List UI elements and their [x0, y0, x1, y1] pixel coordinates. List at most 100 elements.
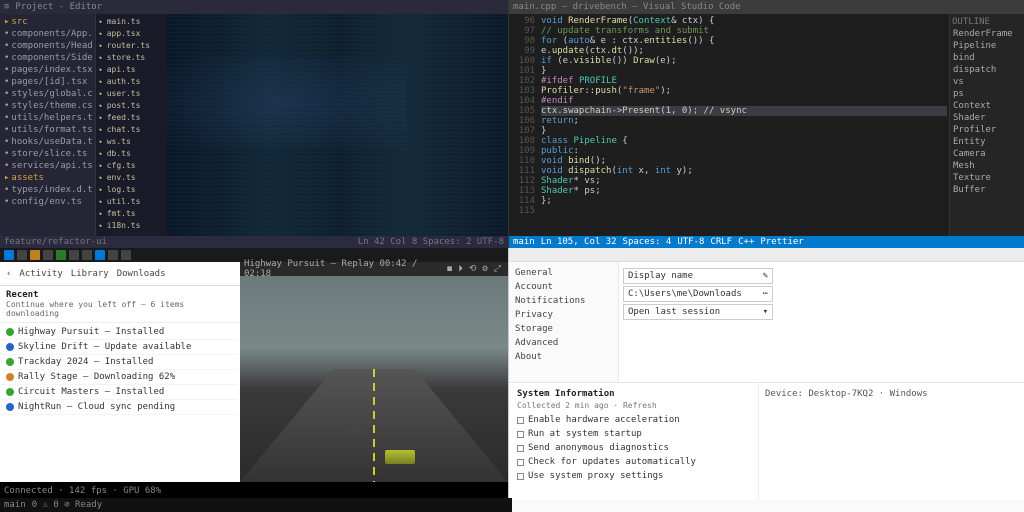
explorer-item[interactable]: •pages/[id].tsx	[2, 76, 93, 88]
explorer-item[interactable]: •pages/index.tsx	[2, 64, 93, 76]
settings-nav[interactable]: GeneralAccountNotificationsPrivacyStorag…	[509, 262, 619, 382]
checkbox-row[interactable]: Send anonymous diagnostics	[513, 441, 754, 455]
explorer-item[interactable]: •components/App.tsx	[2, 28, 93, 40]
launcher-tab[interactable]: Library	[71, 269, 109, 279]
task-icon[interactable]	[30, 250, 40, 260]
open-file-item[interactable]: ⬩ chat.ts	[98, 124, 165, 136]
explorer-item[interactable]: •components/Header.tsx	[2, 40, 93, 52]
status-item[interactable]: CRLF	[710, 237, 732, 247]
outline-item[interactable]: Pipeline	[952, 40, 1022, 52]
gameplay-viewport[interactable]	[240, 276, 508, 482]
task-icon[interactable]	[17, 250, 27, 260]
settings-nav-item[interactable]: General	[513, 266, 614, 280]
checkbox-icon[interactable]	[517, 417, 524, 424]
outline-item[interactable]: vs	[952, 76, 1022, 88]
explorer-item[interactable]: ▸assets	[2, 172, 93, 184]
explorer-item[interactable]: •utils/format.ts	[2, 124, 93, 136]
settings-nav-item[interactable]: Advanced	[513, 336, 614, 350]
browse-icon[interactable]: ⋯	[763, 289, 768, 299]
checkbox-row[interactable]: Run at system startup	[513, 427, 754, 441]
outline-item[interactable]: ps	[952, 88, 1022, 100]
explorer-item[interactable]: •components/Sidebar.tsx	[2, 52, 93, 64]
outline-item[interactable]: Camera	[952, 148, 1022, 160]
file-explorer[interactable]: ▸src•components/App.tsx•components/Heade…	[0, 14, 95, 236]
video-control-button[interactable]: ⤢	[491, 264, 504, 274]
game-list-item[interactable]: Rally Stage — Downloading 62%	[2, 370, 238, 385]
task-icon[interactable]	[43, 250, 53, 260]
open-file-item[interactable]: ⬩ ws.ts	[98, 136, 165, 148]
ide1-statusbar[interactable]: feature/refactor-ui Ln 42 Col 8 Spaces: …	[0, 236, 508, 248]
download-location-field[interactable]: C:\Users\me\Downloads ⋯	[623, 286, 773, 302]
open-file-item[interactable]: ⬩ env.ts	[98, 172, 165, 184]
checkbox-row[interactable]: Check for updates automatically	[513, 455, 754, 469]
status-item[interactable]: UTF-8	[677, 237, 704, 247]
code-editor[interactable]: void RenderFrame(Context& ctx) { // upda…	[539, 14, 949, 236]
explorer-item[interactable]: •services/api.ts	[2, 160, 93, 172]
status-item[interactable]: main	[513, 237, 535, 247]
window-chrome[interactable]	[509, 248, 1024, 262]
checkbox-icon[interactable]	[517, 459, 524, 466]
startup-select[interactable]: Open last session ▾	[623, 304, 773, 320]
settings-nav-item[interactable]: Storage	[513, 322, 614, 336]
outline-item[interactable]: bind	[952, 52, 1022, 64]
game-list-item[interactable]: NightRun — Cloud sync pending	[2, 400, 238, 415]
launcher-tab[interactable]: ‹	[6, 269, 11, 279]
open-file-item[interactable]: ⬩ main.ts	[98, 16, 165, 28]
video-toolbar[interactable]: Highway Pursuit — Replay 00:42 / 02:18 ◼…	[240, 262, 508, 276]
task-icon[interactable]	[121, 250, 131, 260]
status-item[interactable]: C++	[738, 237, 754, 247]
explorer-item[interactable]: •config/env.ts	[2, 196, 93, 208]
outline-item[interactable]: Entity	[952, 136, 1022, 148]
launcher-tabs[interactable]: ‹ActivityLibraryDownloads	[0, 262, 240, 286]
outline-item[interactable]: dispatch	[952, 64, 1022, 76]
ide2-titlebar[interactable]: main.cpp — drivebench — Visual Studio Co…	[509, 0, 1024, 14]
task-icon[interactable]	[56, 250, 66, 260]
explorer-item[interactable]: •types/index.d.ts	[2, 184, 93, 196]
start-icon[interactable]	[4, 250, 14, 260]
open-file-item[interactable]: ⬩ i18n.ts	[98, 220, 165, 232]
game-list-item[interactable]: Trackday 2024 — Installed	[2, 355, 238, 370]
ide1-titlebar[interactable]: ≡ Project - Editor	[0, 0, 508, 14]
open-file-item[interactable]: ⬩ db.ts	[98, 148, 165, 160]
checkbox-icon[interactable]	[517, 473, 524, 480]
explorer-item[interactable]: •styles/global.css	[2, 88, 93, 100]
open-file-item[interactable]: ⬩ store.ts	[98, 52, 165, 64]
game-list-item[interactable]: Skyline Drift — Update available	[2, 340, 238, 355]
task-icon[interactable]	[95, 250, 105, 260]
settings-nav-item[interactable]: Privacy	[513, 308, 614, 322]
open-file-item[interactable]: ⬩ post.ts	[98, 100, 165, 112]
status-item[interactable]: Prettier	[760, 237, 803, 247]
game-list-item[interactable]: Circuit Masters — Installed	[2, 385, 238, 400]
outline-item[interactable]: Profiler	[952, 124, 1022, 136]
open-file-item[interactable]: ⬩ auth.ts	[98, 76, 165, 88]
outline-item[interactable]: Texture	[952, 172, 1022, 184]
settings-nav-item[interactable]: Account	[513, 280, 614, 294]
outline-item[interactable]: Mesh	[952, 160, 1022, 172]
explorer-item[interactable]: •utils/helpers.ts	[2, 112, 93, 124]
checkbox-icon[interactable]	[517, 431, 524, 438]
editor-area[interactable]	[167, 14, 508, 236]
open-file-item[interactable]: ⬩ api.ts	[98, 64, 165, 76]
open-file-item[interactable]: ⬩ log.ts	[98, 184, 165, 196]
outline-panel[interactable]: OUTLINE RenderFramePipeline bind dispatc…	[949, 14, 1024, 236]
launcher-tab[interactable]: Activity	[19, 269, 62, 279]
status-item[interactable]: Ln 105, Col 32	[541, 237, 617, 247]
status-item[interactable]: Spaces: 4	[623, 237, 672, 247]
outline-item[interactable]: RenderFrame	[952, 28, 1022, 40]
checkbox-icon[interactable]	[517, 445, 524, 452]
settings-nav-item[interactable]: About	[513, 350, 614, 364]
task-icon[interactable]	[69, 250, 79, 260]
video-control-button[interactable]: ◼	[444, 264, 455, 274]
video-control-button[interactable]: ⟲	[466, 264, 480, 274]
open-editors[interactable]: ⬩ main.ts⬩ app.tsx⬩ router.ts⬩ store.ts⬩…	[95, 14, 167, 236]
task-icon[interactable]	[82, 250, 92, 260]
explorer-item[interactable]: •hooks/useData.ts	[2, 136, 93, 148]
explorer-item[interactable]: •store/slice.ts	[2, 148, 93, 160]
outline-item[interactable]: Buffer	[952, 184, 1022, 196]
global-statusbar[interactable]: main 0 ⚠ 0 ⊘ Ready	[0, 498, 512, 512]
edit-icon[interactable]: ✎	[763, 271, 768, 281]
open-file-item[interactable]: ⬩ feed.ts	[98, 112, 165, 124]
chevron-down-icon[interactable]: ▾	[763, 307, 768, 317]
displayname-field[interactable]: Display name ✎	[623, 268, 773, 284]
explorer-item[interactable]: ▸src	[2, 16, 93, 28]
